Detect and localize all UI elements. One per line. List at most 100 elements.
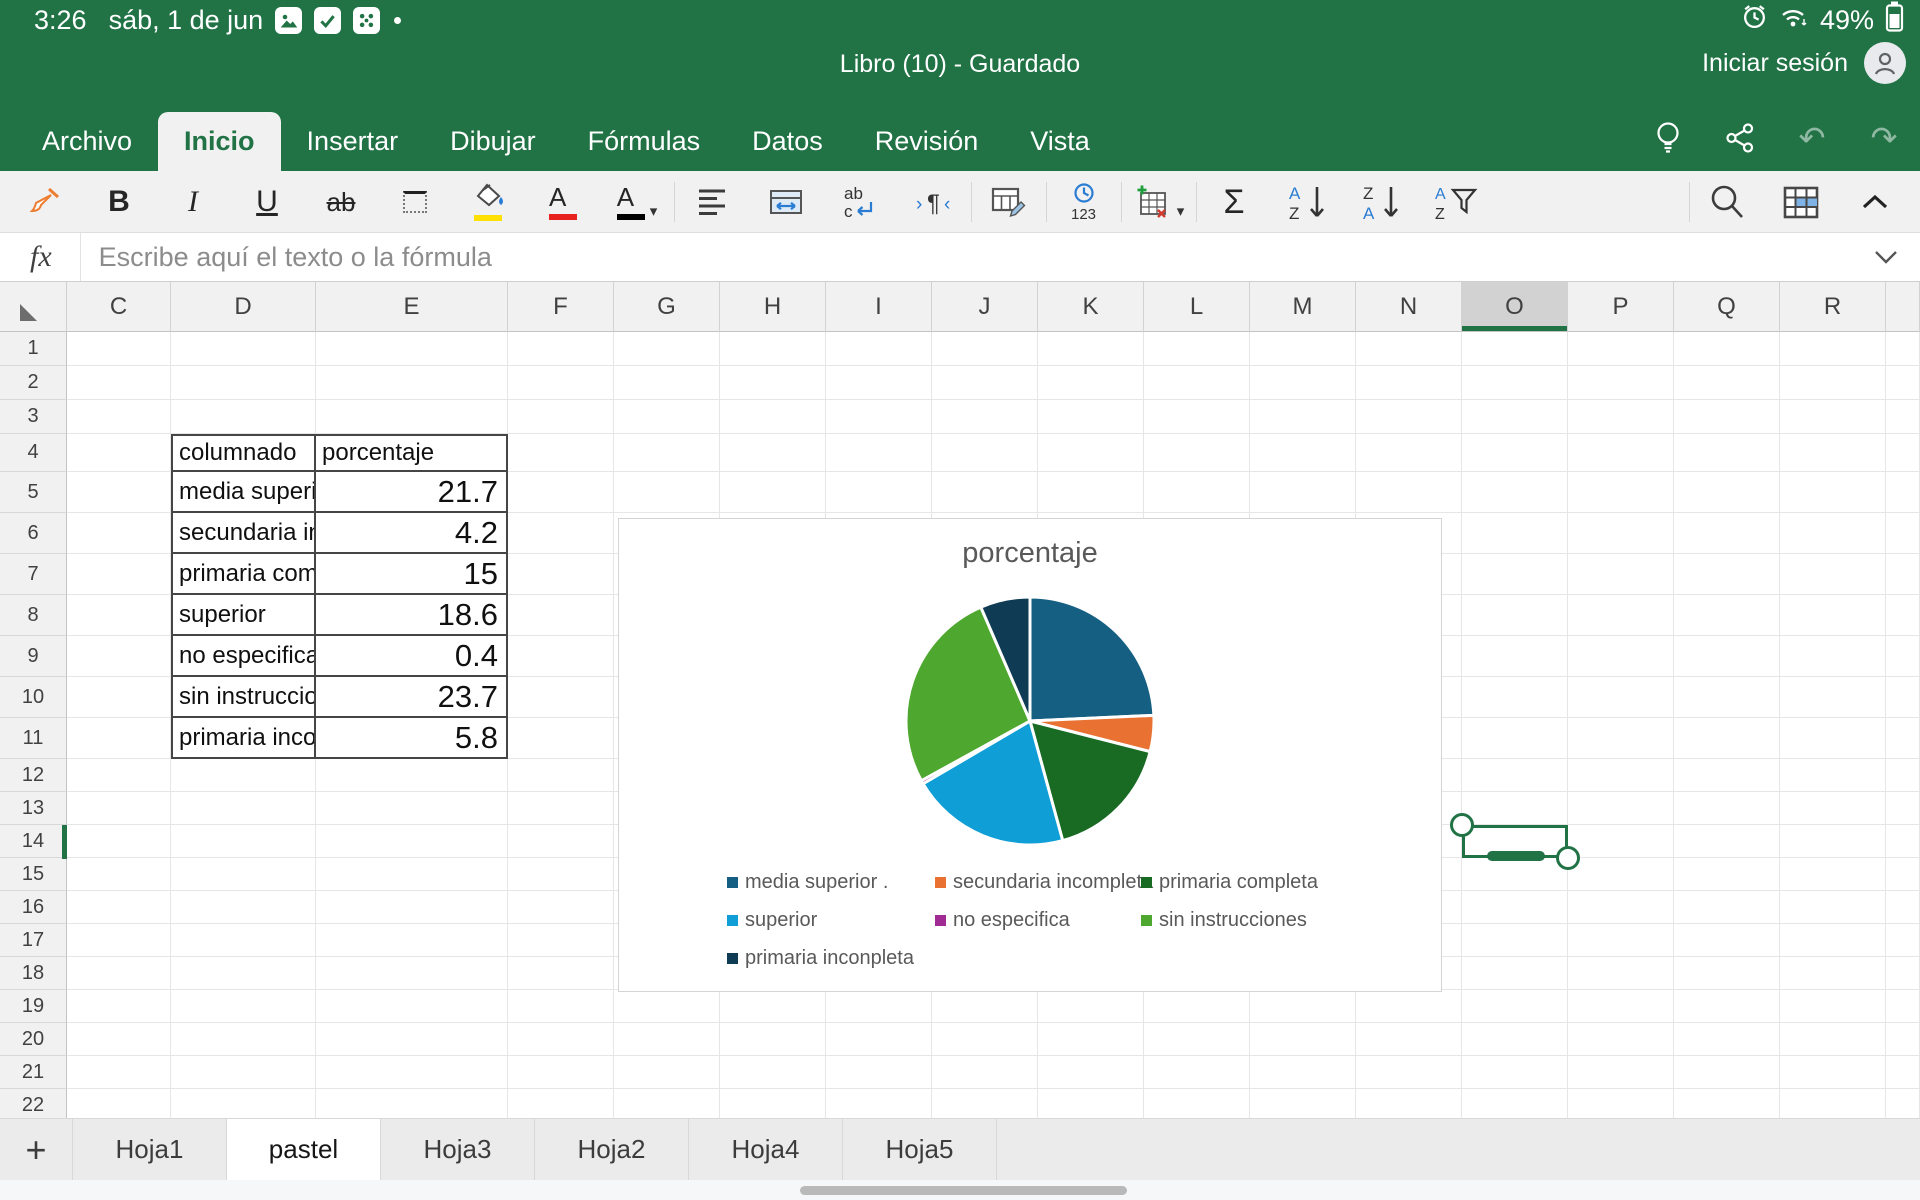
col-header-D[interactable]: D bbox=[171, 282, 316, 332]
cell-R1[interactable] bbox=[1780, 332, 1886, 366]
cell-C2[interactable] bbox=[67, 366, 171, 400]
cell-C9[interactable] bbox=[67, 636, 171, 677]
cell-Q8[interactable] bbox=[1674, 595, 1780, 636]
cell-H2[interactable] bbox=[720, 366, 826, 400]
cell-Q16[interactable] bbox=[1674, 891, 1780, 924]
cell-L1[interactable] bbox=[1144, 332, 1250, 366]
cell-Q5[interactable] bbox=[1674, 472, 1780, 513]
borders-button[interactable] bbox=[378, 171, 452, 232]
cell-R8[interactable] bbox=[1780, 595, 1886, 636]
cell-F10[interactable] bbox=[508, 677, 614, 718]
ideas-lightbulb-icon[interactable] bbox=[1646, 120, 1690, 156]
tab-dibujar[interactable]: Dibujar bbox=[424, 112, 562, 171]
cell-E21[interactable] bbox=[316, 1056, 508, 1089]
cell-E15[interactable] bbox=[316, 858, 508, 891]
cell-D1[interactable] bbox=[171, 332, 316, 366]
sort-filter-button[interactable]: AZ bbox=[1419, 171, 1493, 232]
cell-H19[interactable] bbox=[720, 990, 826, 1023]
cell-P15[interactable] bbox=[1568, 858, 1674, 891]
cell-J1[interactable] bbox=[932, 332, 1038, 366]
account-avatar[interactable] bbox=[1864, 42, 1906, 84]
cell-E12[interactable] bbox=[316, 759, 508, 792]
cell-N21[interactable] bbox=[1356, 1056, 1462, 1089]
cell-I4[interactable] bbox=[826, 434, 932, 472]
cell-R9[interactable] bbox=[1780, 636, 1886, 677]
cell-P11[interactable] bbox=[1568, 718, 1674, 759]
cell-D14[interactable] bbox=[171, 825, 316, 858]
cell-F11[interactable] bbox=[508, 718, 614, 759]
cell-R14[interactable] bbox=[1780, 825, 1886, 858]
cell-R22[interactable] bbox=[1780, 1089, 1886, 1118]
cell-H4[interactable] bbox=[720, 434, 826, 472]
cell-P17[interactable] bbox=[1568, 924, 1674, 957]
cell-G20[interactable] bbox=[614, 1023, 720, 1056]
row-header-17[interactable]: 17 bbox=[0, 924, 67, 957]
format-painter-button[interactable] bbox=[8, 171, 82, 232]
selection-handle-bottom-right[interactable] bbox=[1556, 846, 1580, 870]
cell-H3[interactable] bbox=[720, 400, 826, 434]
cell-C21[interactable] bbox=[67, 1056, 171, 1089]
cell-C20[interactable] bbox=[67, 1023, 171, 1056]
cell-N19[interactable] bbox=[1356, 990, 1462, 1023]
cell-O2[interactable] bbox=[1462, 366, 1568, 400]
col-header-G[interactable]: G bbox=[614, 282, 720, 332]
cell-E11[interactable]: 5.8 bbox=[316, 718, 508, 759]
fill-handle[interactable] bbox=[1487, 851, 1545, 861]
cell-P5[interactable] bbox=[1568, 472, 1674, 513]
cell-R11[interactable] bbox=[1780, 718, 1886, 759]
cell-E14[interactable] bbox=[316, 825, 508, 858]
format-as-table-button[interactable] bbox=[972, 171, 1046, 232]
cell-C13[interactable] bbox=[67, 792, 171, 825]
cell-F4[interactable] bbox=[508, 434, 614, 472]
row-header-15[interactable]: 15 bbox=[0, 858, 67, 891]
cell-M3[interactable] bbox=[1250, 400, 1356, 434]
cell-O9[interactable] bbox=[1462, 636, 1568, 677]
cell-O6[interactable] bbox=[1462, 513, 1568, 554]
cell-O4[interactable] bbox=[1462, 434, 1568, 472]
cell-F12[interactable] bbox=[508, 759, 614, 792]
row-header-2[interactable]: 2 bbox=[0, 366, 67, 400]
row-header-7[interactable]: 7 bbox=[0, 554, 67, 595]
cell-J4[interactable] bbox=[932, 434, 1038, 472]
pie-chart-object[interactable]: porcentaje media superior . secundaria in… bbox=[618, 518, 1442, 992]
selection-handle-top-left[interactable] bbox=[1450, 813, 1474, 837]
cell-P3[interactable] bbox=[1568, 400, 1674, 434]
cell-L4[interactable] bbox=[1144, 434, 1250, 472]
cell-G21[interactable] bbox=[614, 1056, 720, 1089]
cell-P2[interactable] bbox=[1568, 366, 1674, 400]
cell-P18[interactable] bbox=[1568, 957, 1674, 990]
font-color-button[interactable]: A bbox=[526, 171, 600, 232]
cell-R16[interactable] bbox=[1780, 891, 1886, 924]
cell-O21[interactable] bbox=[1462, 1056, 1568, 1089]
cell-Q9[interactable] bbox=[1674, 636, 1780, 677]
row-header-19[interactable]: 19 bbox=[0, 990, 67, 1023]
sheet-tab-hoja3[interactable]: Hoja3 bbox=[381, 1119, 535, 1180]
cell-G3[interactable] bbox=[614, 400, 720, 434]
row-header-4[interactable]: 4 bbox=[0, 434, 67, 472]
cell-Q1[interactable] bbox=[1674, 332, 1780, 366]
cell-P12[interactable] bbox=[1568, 759, 1674, 792]
cell-O17[interactable] bbox=[1462, 924, 1568, 957]
cell-P1[interactable] bbox=[1568, 332, 1674, 366]
cell-C6[interactable] bbox=[67, 513, 171, 554]
cell-F1[interactable] bbox=[508, 332, 614, 366]
cell-G4[interactable] bbox=[614, 434, 720, 472]
cell-C5[interactable] bbox=[67, 472, 171, 513]
cell-N4[interactable] bbox=[1356, 434, 1462, 472]
cell-C16[interactable] bbox=[67, 891, 171, 924]
cell-O20[interactable] bbox=[1462, 1023, 1568, 1056]
cell-D2[interactable] bbox=[171, 366, 316, 400]
cell-O10[interactable] bbox=[1462, 677, 1568, 718]
row-header-13[interactable]: 13 bbox=[0, 792, 67, 825]
autosum-button[interactable]: Σ bbox=[1197, 171, 1271, 232]
cell-F19[interactable] bbox=[508, 990, 614, 1023]
cell-O1[interactable] bbox=[1462, 332, 1568, 366]
col-header-N[interactable]: N bbox=[1356, 282, 1462, 332]
cell-P21[interactable] bbox=[1568, 1056, 1674, 1089]
cell-L2[interactable] bbox=[1144, 366, 1250, 400]
col-header-O[interactable]: O bbox=[1462, 282, 1568, 332]
cell-Q11[interactable] bbox=[1674, 718, 1780, 759]
col-header-I[interactable]: I bbox=[826, 282, 932, 332]
row-header-5[interactable]: 5 bbox=[0, 472, 67, 513]
cell-D12[interactable] bbox=[171, 759, 316, 792]
